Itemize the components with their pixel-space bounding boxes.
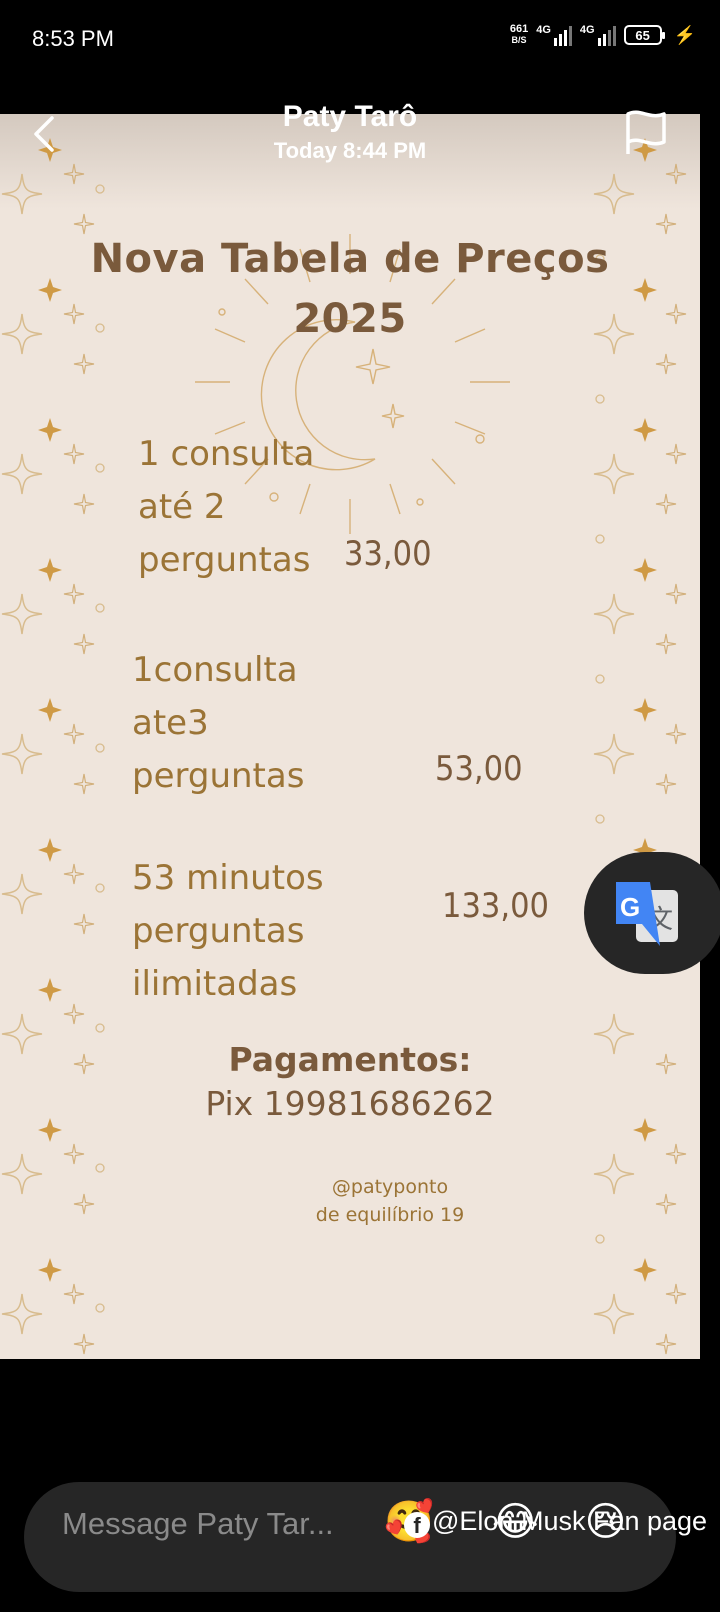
price-table-title-line2: 2025 [293,296,407,342]
chat-timestamp: Today 8:44 PM [273,138,427,163]
pix-number: Pix 19981686262 [205,1084,495,1123]
charging-icon: ⚡ [673,24,696,45]
handle-line1: @patyponto [331,1176,449,1198]
svg-text:G: G [620,892,640,922]
message-input[interactable]: Message Paty Tar... [62,1506,334,1542]
report-button[interactable] [624,110,668,160]
status-bar: 8:53 PM 661 B/S 4G 4G 65 ⚡ [0,0,720,82]
item-3-price: 133,00 [442,886,549,926]
payments-title: Pagamentos: [228,1040,472,1079]
translate-floating-button[interactable]: 文 G [584,852,720,974]
signal-2-icon: 4G [580,24,616,46]
item-3-description: 53 minutos perguntas ilimitadas [132,858,324,1004]
item-2-description: 1consulta ate3 perguntas [132,650,305,796]
chat-header[interactable]: Paty Tarô Today 8:44 PM [0,100,700,164]
item-2-price: 53,00 [435,749,523,789]
facebook-icon: f [404,1512,430,1538]
status-time: 8:53 PM [32,26,114,51]
signal-1-icon: 4G [536,24,572,46]
status-icons: 661 B/S 4G 4G 65 ⚡ [510,24,696,46]
item-1-price: 33,00 [344,534,432,574]
shared-image[interactable]: Nova Tabela de Preços 2025 1 consulta at… [0,114,700,1359]
flag-icon [626,110,666,154]
handle-line2: de equilíbrio 19 [315,1204,465,1226]
item-1-description: 1 consulta até 2 perguntas [138,434,315,580]
network-speed: 661 B/S [509,23,529,46]
chat-name: Paty Tarô [282,100,418,133]
battery-icon: 65 [623,25,665,45]
price-table-title-line1: Nova Tabela de Preços [90,236,610,282]
facebook-overlay-text: f @Elon Musk Fan page [404,1506,707,1538]
google-translate-icon: 文 G [616,882,678,946]
